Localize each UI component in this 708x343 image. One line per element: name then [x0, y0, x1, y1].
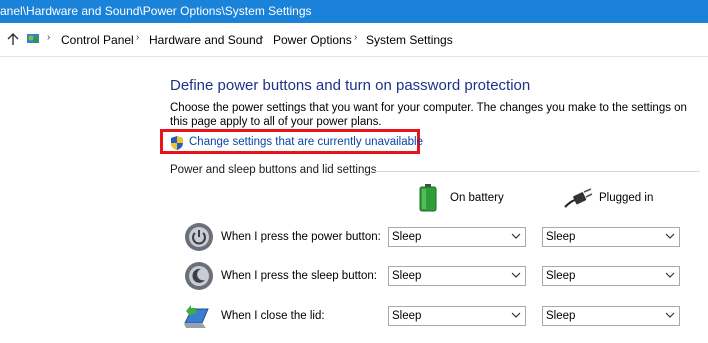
breadcrumb-separator[interactable]: › — [260, 32, 263, 43]
power-button-plugged-select[interactable]: Sleep — [542, 227, 680, 247]
breadcrumb-separator[interactable]: › — [47, 32, 50, 43]
chevron-down-icon — [511, 272, 521, 278]
laptop-lid-icon — [184, 305, 209, 328]
sleep-button-icon — [185, 262, 213, 290]
chevron-down-icon — [511, 233, 521, 239]
breadcrumb-power-options[interactable]: Power Options — [273, 33, 352, 47]
power-button-battery-select[interactable]: Sleep — [388, 227, 526, 247]
page-title: Define power buttons and turn on passwor… — [170, 77, 531, 94]
address-bar: › Control Panel › Hardware and Sound › P… — [0, 23, 708, 57]
chevron-down-icon — [665, 272, 675, 278]
row-label-power-button: When I press the power button: — [221, 231, 381, 243]
row-label-close-lid: When I close the lid: — [221, 310, 325, 322]
up-arrow-icon[interactable] — [6, 32, 20, 46]
select-value: Sleep — [546, 310, 576, 322]
select-value: Sleep — [546, 231, 576, 243]
title-bar: anel\Hardware and Sound\Power Options\Sy… — [0, 0, 708, 23]
select-value: Sleep — [392, 231, 422, 243]
section-label: Power and sleep buttons and lid settings — [170, 164, 377, 176]
change-settings-link[interactable]: Change settings that are currently unava… — [189, 136, 423, 148]
sleep-button-battery-select[interactable]: Sleep — [388, 266, 526, 286]
page-description: Choose the power settings that you want … — [170, 102, 687, 128]
battery-icon — [419, 184, 437, 212]
chevron-down-icon — [511, 312, 521, 318]
breadcrumb-separator[interactable]: › — [136, 32, 139, 43]
select-value: Sleep — [392, 310, 422, 322]
close-lid-battery-select[interactable]: Sleep — [388, 306, 526, 326]
select-value: Sleep — [546, 270, 576, 282]
window-title: anel\Hardware and Sound\Power Options\Sy… — [0, 4, 312, 18]
control-panel-icon — [27, 34, 39, 43]
close-lid-plugged-select[interactable]: Sleep — [542, 306, 680, 326]
chevron-down-icon — [665, 233, 675, 239]
select-value: Sleep — [392, 270, 422, 282]
breadcrumb-control-panel[interactable]: Control Panel — [61, 33, 134, 47]
plug-icon — [564, 188, 593, 208]
breadcrumb-system-settings[interactable]: System Settings — [366, 33, 453, 47]
row-label-sleep-button: When I press the sleep button: — [221, 270, 377, 282]
column-header-plugged-in: Plugged in — [599, 192, 654, 204]
sleep-button-plugged-select[interactable]: Sleep — [542, 266, 680, 286]
section-divider — [374, 171, 700, 172]
chevron-down-icon — [665, 312, 675, 318]
column-header-on-battery: On battery — [450, 192, 504, 204]
power-button-icon — [185, 223, 213, 251]
shield-icon — [171, 136, 183, 150]
breadcrumb-hardware-and-sound[interactable]: Hardware and Sound — [149, 33, 262, 47]
breadcrumb-separator[interactable]: › — [354, 32, 357, 43]
